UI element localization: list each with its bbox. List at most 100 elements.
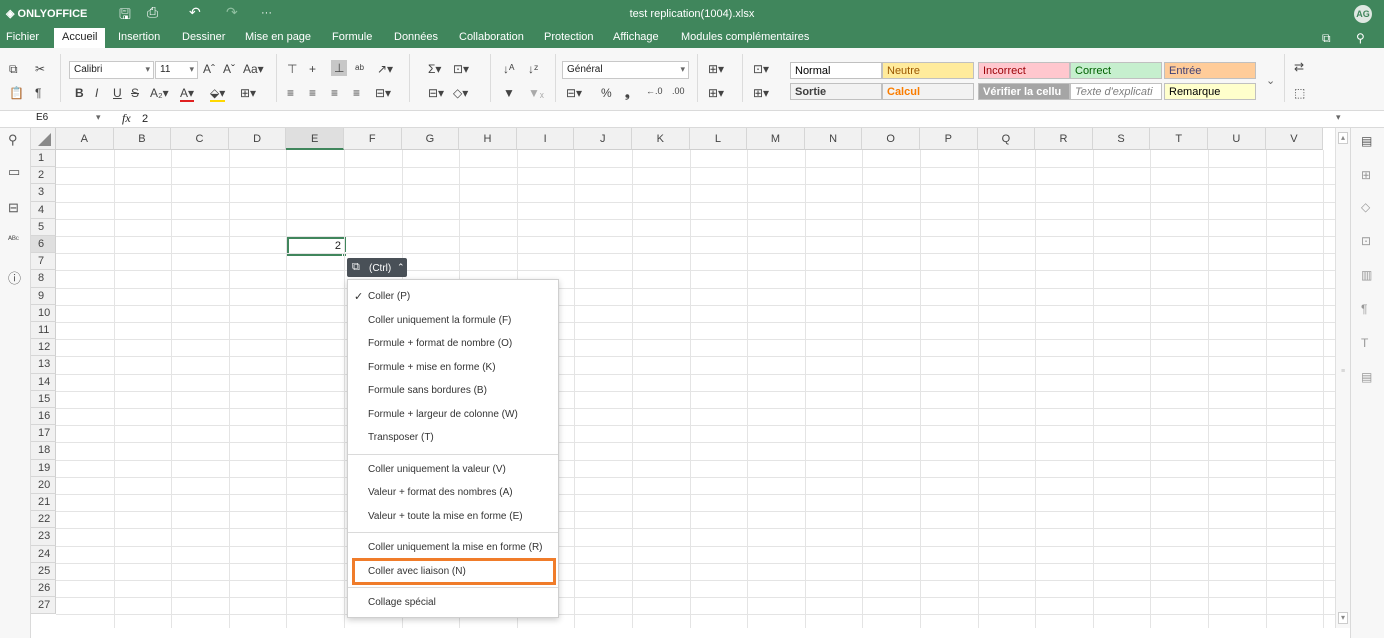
paste-menu-item[interactable]: Transposer (T) <box>348 427 558 449</box>
align-bottom-icon[interactable]: ⊥ <box>331 60 348 76</box>
row-header-6[interactable]: 6 <box>31 236 56 254</box>
paste-menu-item[interactable]: Coller uniquement la formule (F) <box>348 310 558 332</box>
cell-style-1[interactable]: Neutre <box>882 62 974 79</box>
row-header-15[interactable]: 15 <box>31 390 56 408</box>
sort-ascending-icon[interactable]: ↓ᴬ <box>503 62 514 76</box>
copy-icon[interactable]: ⧉ <box>9 62 18 76</box>
change-case-icon[interactable]: Aa▾ <box>243 62 264 76</box>
row-header-21[interactable]: 21 <box>31 494 56 512</box>
cell-style-3[interactable]: Correct <box>1070 62 1162 79</box>
replace-icon[interactable]: ⇄ <box>1294 60 1304 74</box>
column-header-m[interactable]: M <box>747 128 805 150</box>
cell-style-2[interactable]: Incorrect <box>978 62 1070 79</box>
cell-style-7[interactable]: Vérifier la cellu <box>978 83 1070 100</box>
cell-settings-icon[interactable]: ▤ <box>1361 134 1372 148</box>
cell-style-5[interactable]: Sortie <box>790 83 882 100</box>
column-header-l[interactable]: L <box>689 128 748 150</box>
row-header-5[interactable]: 5 <box>31 218 56 236</box>
paste-options-button[interactable]: ⧉ (Ctrl) ⌃ <box>347 258 407 277</box>
table-settings-icon[interactable]: ⊞ <box>1361 168 1371 182</box>
tab-accueil[interactable]: Accueil <box>54 28 106 48</box>
spellcheck-icon[interactable]: ᴬᴮᶜ <box>8 234 19 244</box>
search-icon[interactable]: ⚲ <box>1356 31 1365 45</box>
column-header-a[interactable]: A <box>56 128 114 150</box>
paste-menu-item[interactable]: Formule + mise en forme (K) <box>348 357 558 379</box>
wrap-text-icon[interactable]: ᵃᵇ <box>355 62 364 76</box>
percent-icon[interactable]: % <box>601 86 612 100</box>
column-header-d[interactable]: D <box>228 128 287 150</box>
image-settings-icon[interactable]: ⊡ <box>1361 234 1371 248</box>
formula-input[interactable]: 2 <box>142 113 148 125</box>
row-header-1[interactable]: 1 <box>31 150 56 168</box>
merge-cells-icon[interactable]: ⊟▾ <box>375 86 391 100</box>
column-header-b[interactable]: B <box>113 128 172 150</box>
spreadsheet-grid[interactable]: 2 A B C D E F G H I J K L M N O P Q R S T U V 1 2 3 4 5 6 7 8 9 10 11 12 1… <box>31 128 1335 628</box>
font-size-combo[interactable]: 11 ▾ <box>155 61 198 79</box>
row-header-2[interactable]: 2 <box>31 167 56 185</box>
function-icon[interactable]: fx <box>122 111 131 126</box>
row-header-3[interactable]: 3 <box>31 184 56 202</box>
fill-color-icon[interactable]: ⬙▾ <box>210 86 226 102</box>
align-top-icon[interactable]: ⊤ <box>287 62 297 76</box>
chat-icon[interactable]: ⊟ <box>8 200 19 216</box>
scroll-down-icon[interactable]: ▾ <box>1338 612 1348 624</box>
row-header-4[interactable]: 4 <box>31 201 56 219</box>
column-header-f[interactable]: F <box>344 128 402 150</box>
filter-icon[interactable]: ▼ <box>503 86 515 100</box>
insert-cells-icon[interactable]: ⊞▾ <box>708 62 724 76</box>
decrease-font-icon[interactable]: Aˇ <box>223 62 235 76</box>
tab-dessiner[interactable]: Dessiner <box>182 31 225 43</box>
justify-icon[interactable]: ≡ <box>353 86 360 100</box>
row-header-13[interactable]: 13 <box>31 356 56 374</box>
paste-menu-item[interactable]: Collage spécial <box>348 592 558 614</box>
paste-menu-item[interactable]: Valeur + toute la mise en forme (E) <box>348 506 558 528</box>
row-header-11[interactable]: 11 <box>31 322 56 340</box>
cell-style-4[interactable]: Entrée <box>1164 62 1256 79</box>
borders-icon[interactable]: ⊞▾ <box>240 86 256 100</box>
font-color-icon[interactable]: A▾ <box>180 86 195 102</box>
tab-formule[interactable]: Formule <box>332 31 372 43</box>
pivot-settings-icon[interactable]: ▤ <box>1361 370 1372 384</box>
scroll-up-icon[interactable]: ▴ <box>1338 132 1348 144</box>
row-header-18[interactable]: 18 <box>31 442 56 460</box>
number-format-combo[interactable]: Général ▾ <box>562 61 689 79</box>
column-header-k[interactable]: K <box>632 128 690 150</box>
column-header-g[interactable]: G <box>401 128 460 150</box>
format-as-table-icon[interactable]: ⊞▾ <box>753 86 769 100</box>
open-location-icon[interactable]: ⧉ <box>1322 31 1331 46</box>
scroll-grip-icon[interactable]: ≡ <box>1338 368 1348 380</box>
select-all-corner[interactable] <box>31 128 56 150</box>
row-header-25[interactable]: 25 <box>31 562 56 580</box>
row-header-23[interactable]: 23 <box>31 528 56 546</box>
align-center-icon[interactable]: ≡ <box>309 86 316 100</box>
column-header-r[interactable]: R <box>1035 128 1093 150</box>
italic-icon[interactable]: I <box>95 86 98 100</box>
column-header-p[interactable]: P <box>920 128 978 150</box>
decrease-decimal-icon[interactable]: ←.0 <box>646 84 663 98</box>
row-header-17[interactable]: 17 <box>31 425 56 443</box>
tab-mise-en-page[interactable]: Mise en page <box>245 31 311 43</box>
column-header-s[interactable]: S <box>1092 128 1151 150</box>
comments-icon[interactable]: ▭ <box>8 164 20 180</box>
text-art-settings-icon[interactable]: T <box>1361 336 1368 350</box>
column-header-e[interactable]: E <box>286 128 344 150</box>
chevron-down-icon[interactable]: ▾ <box>96 112 101 123</box>
clear-filter-icon[interactable]: ▼ₓ <box>528 86 544 100</box>
row-header-8[interactable]: 8 <box>31 270 56 288</box>
column-header-u[interactable]: U <box>1208 128 1266 150</box>
paste-menu-item[interactable]: Formule + format de nombre (O) <box>348 333 558 355</box>
strikethrough-icon[interactable]: S <box>131 86 139 100</box>
named-range-icon[interactable]: ⊡▾ <box>453 62 469 76</box>
increase-decimal-icon[interactable]: .00 <box>672 84 685 98</box>
underline-icon[interactable]: U <box>113 86 122 100</box>
delete-cells-icon[interactable]: ⊞▾ <box>708 86 724 100</box>
subscript-icon[interactable]: A₂▾ <box>150 86 169 100</box>
align-left-icon[interactable]: ≡ <box>287 86 294 100</box>
paragraph-settings-icon[interactable]: ¶ <box>1361 302 1367 316</box>
row-header-20[interactable]: 20 <box>31 476 56 494</box>
row-header-14[interactable]: 14 <box>31 373 56 391</box>
paste-menu-item[interactable]: ✓ Coller (P) <box>348 286 558 308</box>
row-header-10[interactable]: 10 <box>31 304 56 322</box>
paste-menu-item[interactable]: Coller uniquement la mise en forme (R) <box>348 537 558 559</box>
column-header-i[interactable]: I <box>516 128 575 150</box>
